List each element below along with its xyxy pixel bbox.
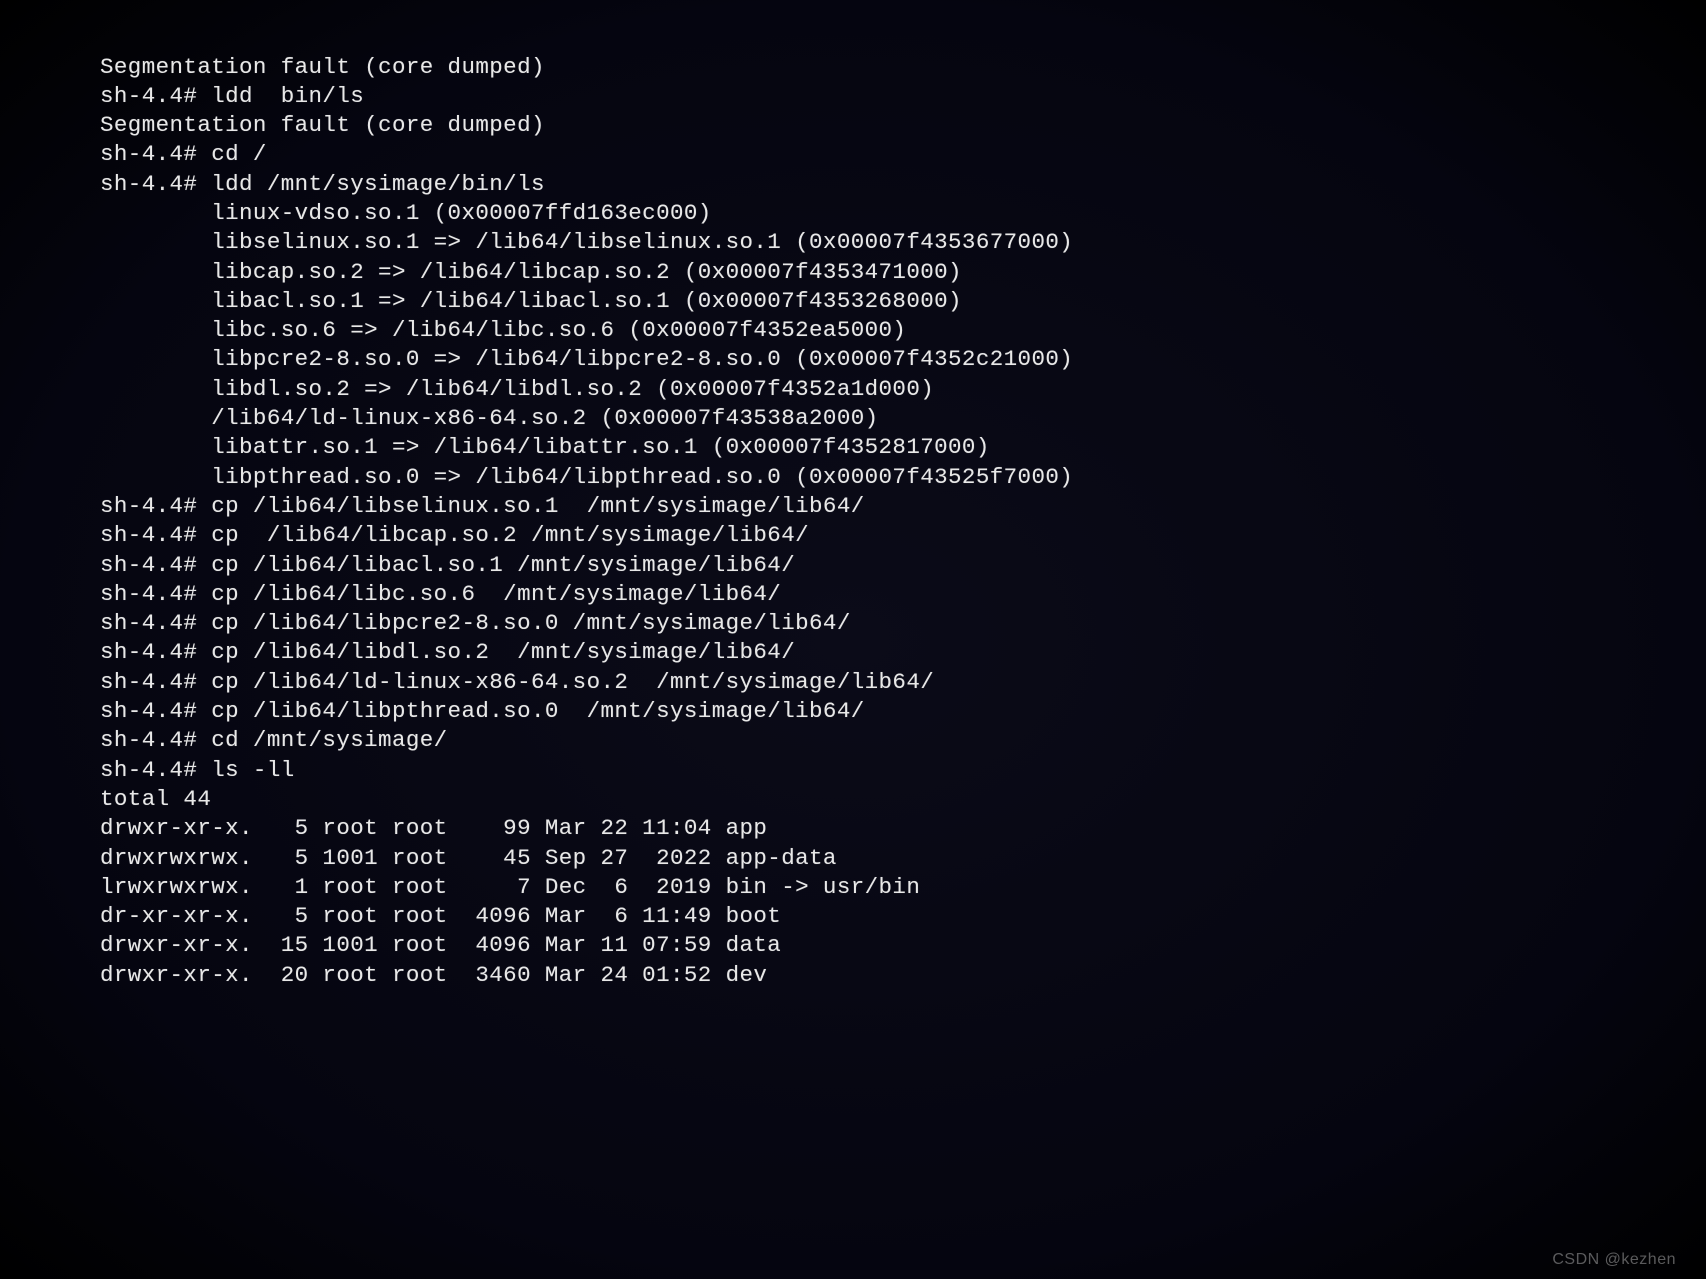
terminal-screen[interactable]: Segmentation fault (core dumped) sh-4.4#…: [0, 0, 1706, 1279]
terminal-output: Segmentation fault (core dumped) sh-4.4#…: [100, 53, 1616, 991]
watermark: CSDN @kezhen: [1552, 1251, 1676, 1269]
